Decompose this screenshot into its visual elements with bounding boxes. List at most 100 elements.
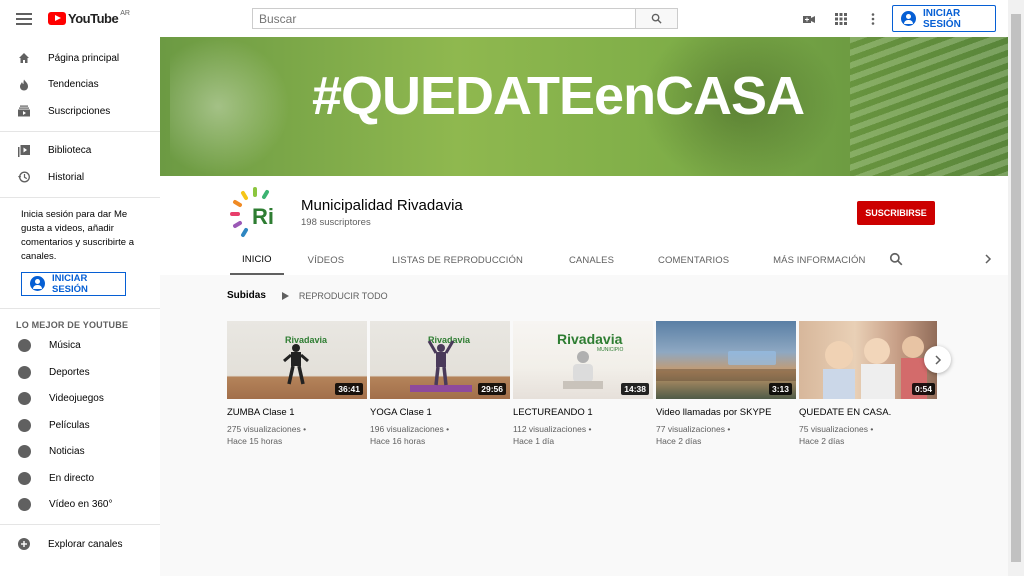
video-duration: 29:56 (478, 383, 506, 395)
menu-icon[interactable] (13, 11, 35, 27)
sidebar-item-label: En directo (49, 472, 95, 484)
shelf-next-button[interactable] (924, 346, 951, 373)
signin-button-sidebar[interactable]: INICIAR SESIÓN (21, 271, 126, 296)
sidebar-item-explore-channels[interactable]: Explorar canales (0, 531, 160, 558)
history-icon (18, 171, 30, 183)
banner-photo-shading (170, 37, 290, 176)
video-thumbnail[interactable]: 0:54 (799, 321, 937, 399)
video-age: Hace 16 horas (370, 436, 426, 446)
tab-comments[interactable]: COMENTARIOS (636, 246, 751, 275)
dancer-figure (283, 344, 309, 385)
subscribe-button[interactable]: SUSCRIBIRSE (857, 201, 935, 225)
tab-videos[interactable]: VÍDEOS (284, 246, 369, 275)
gaming-icon (18, 392, 31, 406)
chevron-right-icon[interactable] (982, 252, 994, 266)
yoga-figure (427, 340, 455, 386)
video-title[interactable]: QUEDATE EN CASA. (799, 407, 937, 418)
sidebar-item-label: Suscripciones (48, 105, 111, 117)
sidebar-item-label: Noticias (49, 446, 85, 458)
channel-avatar[interactable]: Ri (230, 186, 286, 242)
play-all-button[interactable]: REPRODUCIR TODO (281, 291, 388, 301)
sidebar-item-home[interactable]: Página principal (0, 45, 160, 72)
sidebar-item-music[interactable]: Música (0, 333, 160, 360)
video-shelf: Rivadavia 36:41 ZUMBA Clase 1 275 visual… (227, 321, 937, 451)
video-views: 77 visualizaciones (656, 424, 725, 434)
logo-text: YouTube (68, 11, 119, 26)
add-circle-icon (18, 538, 30, 551)
sidebar-item-gaming[interactable]: Videojuegos (0, 386, 160, 413)
more-options-icon[interactable] (866, 12, 880, 26)
video-age: Hace 15 horas (227, 436, 283, 446)
video-duration: 14:38 (621, 383, 649, 395)
sidebar: Página principal Tendencias Suscripcione… (0, 37, 160, 576)
video-views: 196 visualizaciones (370, 424, 444, 434)
video-title[interactable]: LECTUREANDO 1 (513, 407, 653, 418)
section-title[interactable]: Subidas (227, 290, 266, 301)
news-icon (18, 445, 31, 459)
video-age: Hace 2 días (656, 436, 702, 446)
sidebar-divider (0, 196, 160, 198)
sidebar-item-live[interactable]: En directo (0, 465, 160, 492)
youtube-play-icon (48, 12, 66, 25)
account-icon (901, 11, 916, 26)
tab-playlists[interactable]: LISTAS DE REPRODUCCIÓN (368, 246, 547, 275)
masthead: YouTube AR INICIAR SESIÓN (0, 0, 1008, 37)
sidebar-item-library[interactable]: Biblioteca (0, 138, 160, 165)
sidebar-item-movies[interactable]: Películas (0, 412, 160, 439)
video-thumbnail[interactable]: Rivadavia 29:56 (370, 321, 510, 399)
video-card[interactable]: 0:54 QUEDATE EN CASA. 75 visualizaciones… (799, 321, 937, 451)
rivadavia-logo-icon: Ri (230, 187, 274, 237)
page-scrollbar[interactable] (1008, 0, 1024, 576)
banner-photo-shading (850, 37, 1008, 176)
video-age: Hace 2 días (799, 436, 845, 446)
search-button[interactable] (636, 8, 678, 29)
video-thumbnail[interactable]: Rivadavia MUNICIPIO 14:38 (513, 321, 653, 399)
sidebar-item-label: Videojuegos (49, 393, 104, 405)
signin-button-top[interactable]: INICIAR SESIÓN (892, 5, 996, 32)
presenter-figure (563, 351, 603, 389)
sidebar-item-trending[interactable]: Tendencias (0, 72, 160, 99)
video-title[interactable]: YOGA Clase 1 (370, 407, 510, 418)
sidebar-divider (0, 524, 160, 525)
trending-icon (20, 79, 28, 91)
channel-header: Ri Municipalidad Rivadavia 198 suscripto… (160, 176, 1008, 275)
video-title[interactable]: Video llamadas por SKYPE (656, 407, 796, 418)
video-thumbnail[interactable]: 3:13 (656, 321, 796, 399)
channel-search-icon[interactable] (889, 252, 903, 266)
tab-about[interactable]: MÁS INFORMACIÓN (751, 246, 887, 275)
create-video-icon[interactable] (802, 12, 816, 26)
tab-home[interactable]: INICIO (230, 246, 284, 275)
video-card[interactable]: Rivadavia 29:56 YOGA Clase 1 196 visuali… (370, 321, 510, 451)
sidebar-item-360[interactable]: Vídeo en 360° (0, 492, 160, 519)
video-card[interactable]: Rivadavia 36:41 ZUMBA Clase 1 275 visual… (227, 321, 367, 451)
sidebar-item-label: Deportes (49, 366, 90, 378)
video-title[interactable]: ZUMBA Clase 1 (227, 407, 367, 418)
library-icon (18, 144, 30, 157)
signin-label: INICIAR SESIÓN (52, 272, 88, 295)
logo-country: AR (120, 10, 130, 17)
video-views: 275 visualizaciones (227, 424, 301, 434)
channel-tabs: INICIO VÍDEOS LISTAS DE REPRODUCCIÓN CAN… (230, 246, 887, 275)
sidebar-item-label: Biblioteca (48, 145, 92, 157)
youtube-logo[interactable]: YouTube AR (48, 10, 130, 26)
video-duration: 0:54 (911, 383, 935, 395)
video-card[interactable]: 3:13 Video llamadas por SKYPE 77 visuali… (656, 321, 796, 451)
live-icon (18, 471, 31, 485)
signin-label: INICIAR SESIÓN (923, 7, 961, 30)
sidebar-item-subscriptions[interactable]: Suscripciones (0, 98, 160, 125)
sidebar-divider (0, 307, 160, 309)
best-of-youtube-heading: LO MEJOR DE YOUTUBE (16, 319, 129, 330)
video-card[interactable]: Rivadavia MUNICIPIO 14:38 LECTUREANDO 1 … (513, 321, 653, 451)
search-input[interactable] (252, 8, 636, 29)
sidebar-item-news[interactable]: Noticias (0, 439, 160, 466)
sports-icon (18, 365, 31, 379)
scrollbar-thumb[interactable] (1011, 14, 1021, 562)
sidebar-item-label: Historial (48, 171, 85, 183)
video-thumbnail[interactable]: Rivadavia 36:41 (227, 321, 367, 399)
video-views: 112 visualizaciones (513, 424, 587, 434)
apps-icon[interactable] (834, 12, 848, 26)
sidebar-item-sports[interactable]: Deportes (0, 359, 160, 386)
tab-channels[interactable]: CANALES (547, 246, 636, 275)
sidebar-divider (0, 130, 160, 132)
sidebar-item-history[interactable]: Historial (0, 164, 160, 191)
